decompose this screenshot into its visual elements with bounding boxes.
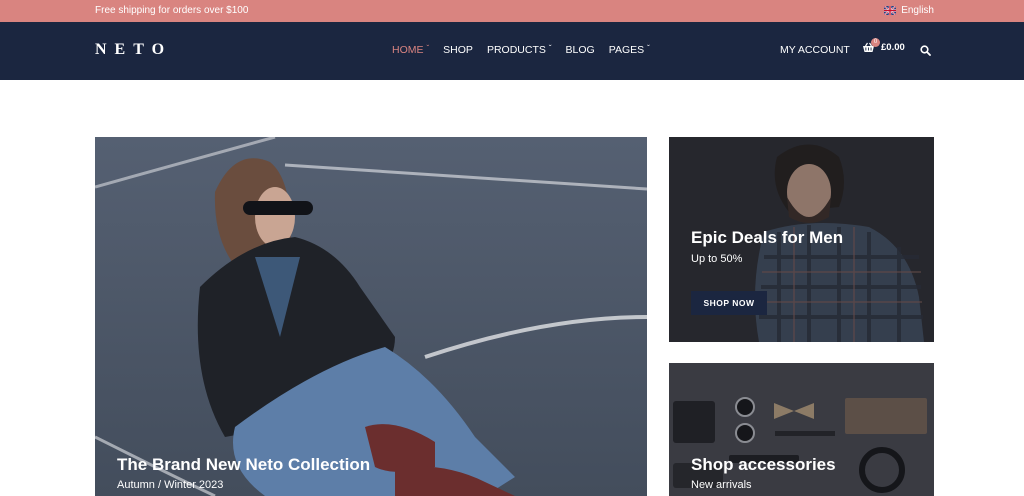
free-shipping-text: Free shipping for orders over $100 — [95, 5, 249, 16]
men-deals-title: Epic Deals for Men — [691, 228, 844, 247]
main-nav: HOME ˇ SHOP PRODUCTS ˇ BLOG PAGES ˇ — [392, 43, 664, 57]
chevron-down-icon: ˇ — [426, 43, 430, 53]
nav-item-shop[interactable]: SHOP — [443, 44, 473, 56]
my-account-link[interactable]: MY ACCOUNT — [780, 44, 850, 56]
cart-count-badge: 0 — [871, 38, 880, 47]
accessories-flatlay-image — [669, 363, 934, 496]
collection-title: The Brand New Neto Collection — [117, 455, 371, 474]
collection-banner[interactable]: The Brand New Neto Collection Autumn / W… — [95, 137, 647, 496]
uk-flag-icon — [884, 6, 897, 15]
search-button[interactable] — [920, 43, 931, 61]
language-selector[interactable]: English — [884, 5, 934, 16]
neto-logo[interactable]: NETO — [95, 41, 172, 59]
men-deals-banner[interactable]: Epic Deals for Men Up to 50% SHOP NOW — [669, 137, 934, 342]
cart-total: £0.00 — [881, 42, 905, 53]
accessories-banner[interactable]: Shop accessories New arrivals — [669, 363, 934, 496]
search-icon — [920, 45, 931, 56]
nav-item-products[interactable]: PRODUCTS ˇ — [487, 43, 552, 57]
accessories-title: Shop accessories — [691, 455, 836, 474]
nav-item-blog[interactable]: BLOG — [566, 44, 595, 56]
cart-button[interactable]: 0 £0.00 — [862, 38, 905, 53]
main-header: NETO HOME ˇ SHOP PRODUCTS ˇ BLOG PAGES ˇ… — [0, 22, 1024, 80]
nav-item-home[interactable]: HOME ˇ — [392, 43, 430, 57]
chevron-down-icon: ˇ — [647, 43, 650, 53]
language-label: English — [901, 5, 934, 16]
shop-now-button[interactable]: SHOP NOW — [691, 291, 767, 315]
model-sitting-on-court-image — [95, 137, 647, 496]
men-deals-subtitle: Up to 50% — [691, 253, 743, 265]
collection-subtitle: Autumn / Winter 2023 — [117, 479, 224, 491]
promo-bar: Free shipping for orders over $100 Engli… — [0, 0, 1024, 22]
chevron-down-icon: ˇ — [548, 43, 552, 53]
accessories-subtitle: New arrivals — [691, 479, 752, 491]
nav-item-pages[interactable]: PAGES ˇ — [609, 43, 650, 57]
